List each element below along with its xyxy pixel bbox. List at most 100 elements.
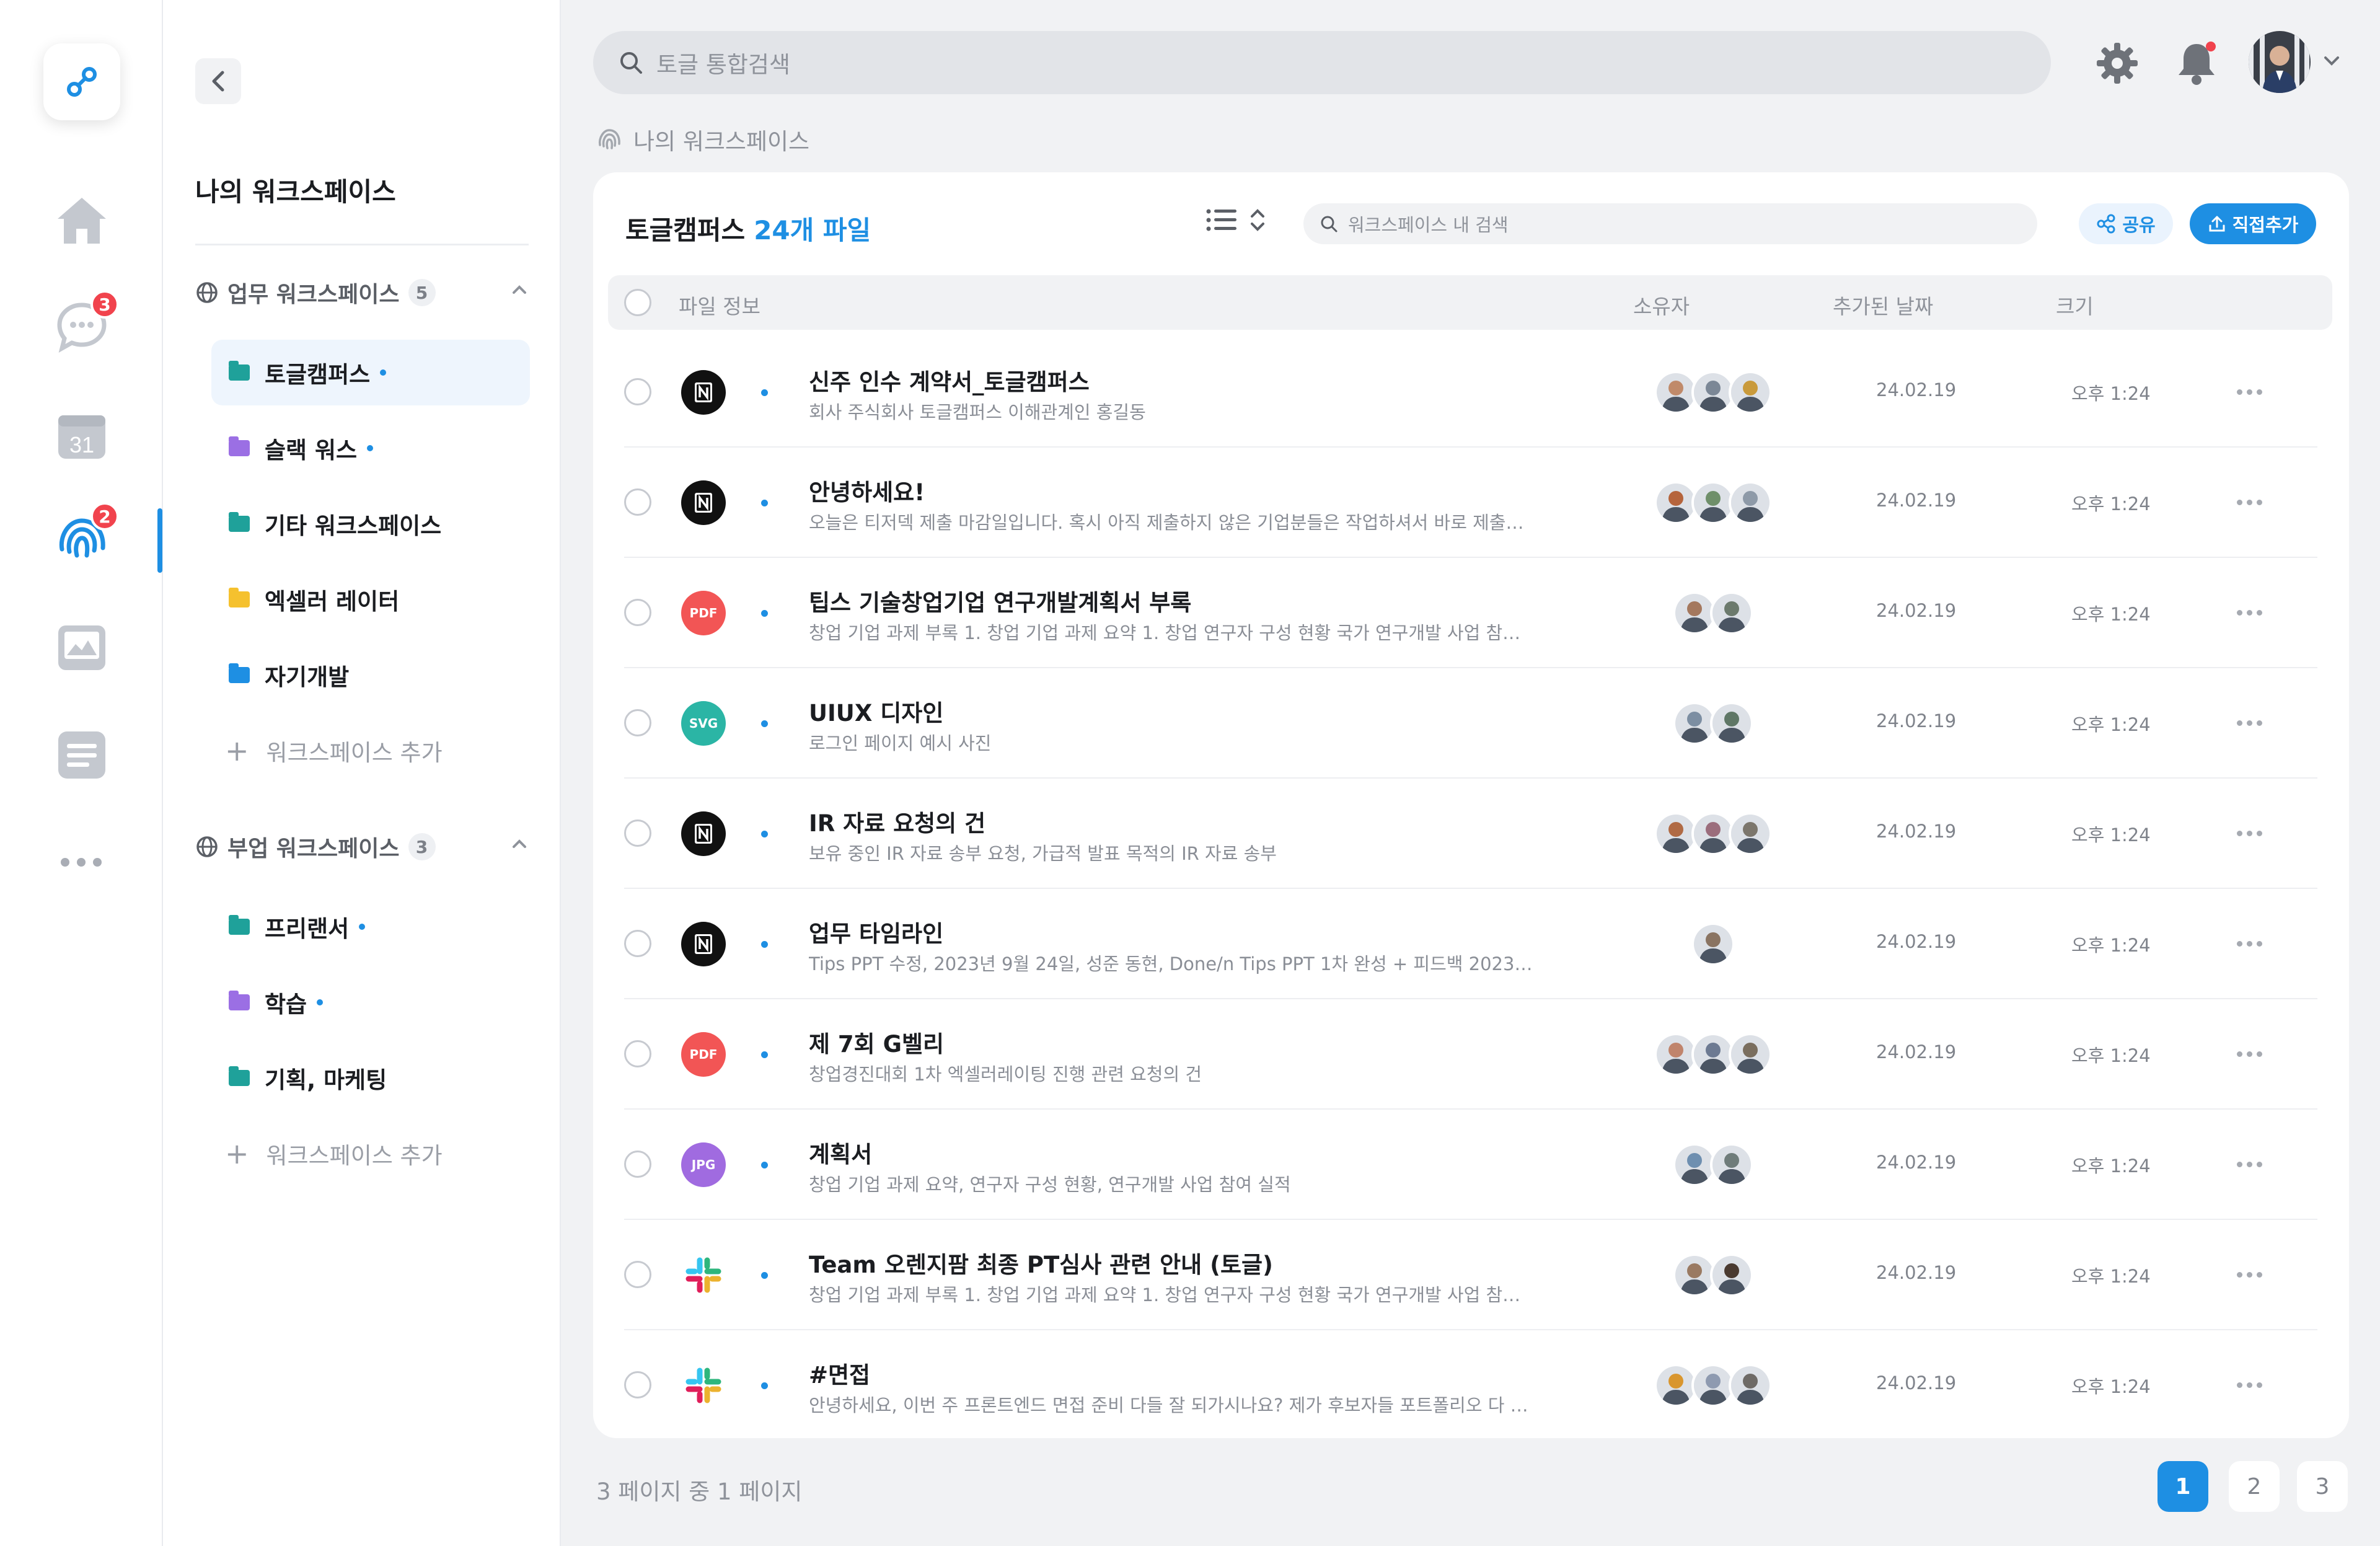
table-row[interactable]: Team 오렌지팜 최종 PT심사 관련 안내 (토글) 창업 기업 과제 부록 … bbox=[624, 1220, 2317, 1330]
row-checkbox[interactable] bbox=[624, 1261, 651, 1288]
row-checkbox[interactable] bbox=[624, 1151, 651, 1178]
add-workspace-button[interactable]: + 워크스페이스 추가 bbox=[225, 1137, 443, 1170]
owner-avatars[interactable] bbox=[1654, 481, 1772, 524]
gear-icon[interactable] bbox=[2086, 32, 2148, 94]
select-all-checkbox[interactable] bbox=[624, 289, 651, 316]
owner-avatars[interactable] bbox=[1654, 1364, 1772, 1407]
table-row[interactable]: 신주 인수 계약서_토글캠퍼스 회사 주식회사 토글캠퍼스 이해관계인 홍길동 24… bbox=[624, 337, 2317, 448]
sidebar-workspace-item[interactable]: 기타 워크스페이스 bbox=[211, 491, 530, 557]
workspace-fingerprint-icon[interactable]: 2 bbox=[51, 502, 119, 570]
workspace-group-work[interactable]: 업무 워크스페이스 5 bbox=[195, 276, 529, 309]
page-button[interactable]: 2 bbox=[2229, 1461, 2280, 1512]
add-file-button[interactable]: 직접추가 bbox=[2190, 203, 2316, 244]
row-checkbox[interactable] bbox=[624, 1371, 651, 1398]
home-icon[interactable] bbox=[51, 189, 113, 251]
workspace-search-input[interactable]: 워크스페이스 내 검색 bbox=[1303, 203, 2037, 244]
table-row[interactable]: 업무 타임라인 Tips PPT 수정, 2023년 9월 24일, 성준 동현,… bbox=[624, 889, 2317, 999]
table-row[interactable]: PDF 팁스 기술창업기업 연구개발계획서 부록 창업 기업 과제 부록 1. 창업… bbox=[624, 558, 2317, 668]
table-row[interactable]: IR 자료 요청의 건 보유 중인 IR 자료 송부 요청, 가급적 발표 목적의… bbox=[624, 779, 2317, 889]
more-options-icon[interactable] bbox=[2237, 1382, 2262, 1388]
list-icon bbox=[1206, 209, 1236, 231]
sidebar-workspace-item[interactable]: 자기개발 bbox=[211, 642, 530, 708]
row-checkbox[interactable] bbox=[624, 488, 651, 516]
unread-dot bbox=[761, 500, 768, 506]
more-options-icon[interactable] bbox=[2237, 941, 2262, 947]
more-options-icon[interactable] bbox=[2237, 500, 2262, 505]
file-title[interactable]: IR 자료 요청의 건 bbox=[809, 805, 985, 838]
sidebar-workspace-item[interactable]: 기획, 마케팅 bbox=[211, 1045, 530, 1111]
file-title[interactable]: 안녕하세요! bbox=[809, 474, 925, 507]
more-icon[interactable] bbox=[61, 858, 102, 867]
row-checkbox[interactable] bbox=[624, 709, 651, 736]
chevron-left-icon bbox=[212, 71, 224, 92]
header-date: 추가된 날짜 bbox=[1833, 294, 1934, 319]
table-row[interactable]: #면접 안녕하세요, 이번 주 프론트엔드 면접 준비 다들 잘 되가시나요? 제… bbox=[624, 1330, 2317, 1441]
notion-file-icon bbox=[681, 811, 726, 856]
table-row[interactable]: SVG UIUX 디자인 로그인 페이지 예시 사진 24.02.19 오후 1:24 bbox=[624, 668, 2317, 779]
owner-avatars[interactable] bbox=[1654, 1033, 1772, 1076]
sidebar-workspace-item[interactable]: 엑셀러 레이터 bbox=[211, 567, 530, 632]
sidebar-workspace-item[interactable]: 토글캠퍼스 bbox=[211, 340, 530, 405]
table-row[interactable]: JPG 계획서 창업 기업 과제 요약, 연구자 구성 현황, 연구개발 사업 참여… bbox=[624, 1110, 2317, 1220]
gallery-icon[interactable] bbox=[51, 617, 113, 679]
chat-badge: 3 bbox=[90, 290, 119, 319]
owner-avatars[interactable] bbox=[1673, 702, 1753, 745]
file-title[interactable]: Team 오렌지팜 최종 PT심사 관련 안내 (토글) bbox=[809, 1246, 1273, 1279]
more-options-icon[interactable] bbox=[2237, 831, 2262, 836]
avatar bbox=[1710, 1253, 1753, 1297]
row-checkbox[interactable] bbox=[624, 378, 651, 405]
chat-icon[interactable]: 3 bbox=[51, 290, 119, 358]
workspace-group-side[interactable]: 부업 워크스페이스 3 bbox=[195, 831, 529, 863]
file-title[interactable]: 업무 타임라인 bbox=[809, 915, 943, 948]
file-title[interactable]: 계획서 bbox=[809, 1136, 872, 1169]
row-checkbox[interactable] bbox=[624, 599, 651, 626]
table-row[interactable]: 안녕하세요! 오늘은 티저덱 제출 마감일입니다. 혹시 아직 제출하지 않은 기… bbox=[624, 448, 2317, 558]
row-checkbox[interactable] bbox=[624, 819, 651, 847]
more-options-icon[interactable] bbox=[2237, 1272, 2262, 1278]
workspace-name: 토글캠퍼스 bbox=[625, 215, 746, 245]
header-size: 크기 bbox=[2056, 294, 2094, 319]
header-owner: 소유자 bbox=[1633, 294, 1690, 319]
more-options-icon[interactable] bbox=[2237, 720, 2262, 726]
file-size: 오후 1:24 bbox=[2071, 493, 2151, 515]
more-options-icon[interactable] bbox=[2237, 1162, 2262, 1167]
user-avatar[interactable] bbox=[2249, 31, 2311, 93]
file-size: 오후 1:24 bbox=[2071, 383, 2151, 404]
global-search-input[interactable]: 토글 통합검색 bbox=[593, 31, 2051, 94]
sidebar-workspace-item[interactable]: 학습 bbox=[211, 970, 530, 1035]
file-title[interactable]: 팁스 기술창업기업 연구개발계획서 부록 bbox=[809, 584, 1191, 617]
file-title[interactable]: 제 7회 G벨리 bbox=[809, 1025, 944, 1059]
owner-avatars[interactable] bbox=[1654, 812, 1772, 855]
owner-avatars[interactable] bbox=[1691, 922, 1735, 966]
collapse-sidebar-button[interactable] bbox=[195, 58, 241, 104]
workspace-item-label: 기획, 마케팅 bbox=[265, 1067, 387, 1093]
row-checkbox[interactable] bbox=[624, 1040, 651, 1067]
page-button[interactable]: 1 bbox=[2157, 1461, 2208, 1512]
page-button[interactable]: 3 bbox=[2297, 1461, 2348, 1512]
pagination-summary: 3 페이지 중 1 페이지 bbox=[596, 1478, 803, 1505]
share-button[interactable]: 공유 bbox=[2079, 203, 2173, 244]
row-checkbox[interactable] bbox=[624, 930, 651, 957]
workspace-item-label: 토글캠퍼스 bbox=[265, 361, 371, 388]
file-title[interactable]: #면접 bbox=[809, 1356, 870, 1390]
table-row[interactable]: PDF 제 7회 G벨리 창업경진대회 1차 엑셀러레이팅 진행 관련 요청의 건 2… bbox=[624, 999, 2317, 1110]
bell-icon[interactable] bbox=[2166, 32, 2228, 94]
notes-icon[interactable] bbox=[51, 724, 113, 786]
view-sort-toggle[interactable] bbox=[1205, 206, 1266, 234]
more-options-icon[interactable] bbox=[2237, 610, 2262, 616]
app-logo[interactable] bbox=[43, 43, 120, 120]
add-workspace-button[interactable]: + 워크스페이스 추가 bbox=[225, 734, 443, 767]
owner-avatars[interactable] bbox=[1673, 1253, 1753, 1297]
sidebar-workspace-item[interactable]: 슬랙 워스 bbox=[211, 415, 530, 481]
add-workspace-label: 워크스페이스 추가 bbox=[266, 740, 443, 766]
owner-avatars[interactable] bbox=[1673, 591, 1753, 635]
file-title[interactable]: UIUX 디자인 bbox=[809, 694, 943, 728]
chevron-down-icon[interactable] bbox=[2320, 50, 2343, 72]
sidebar-workspace-item[interactable]: 프리랜서 bbox=[211, 894, 530, 960]
calendar-icon[interactable]: 31 bbox=[51, 404, 113, 466]
more-options-icon[interactable] bbox=[2237, 389, 2262, 395]
file-title[interactable]: 신주 인수 계약서_토글캠퍼스 bbox=[809, 363, 1090, 397]
more-options-icon[interactable] bbox=[2237, 1051, 2262, 1057]
owner-avatars[interactable] bbox=[1654, 371, 1772, 414]
owner-avatars[interactable] bbox=[1673, 1143, 1753, 1186]
